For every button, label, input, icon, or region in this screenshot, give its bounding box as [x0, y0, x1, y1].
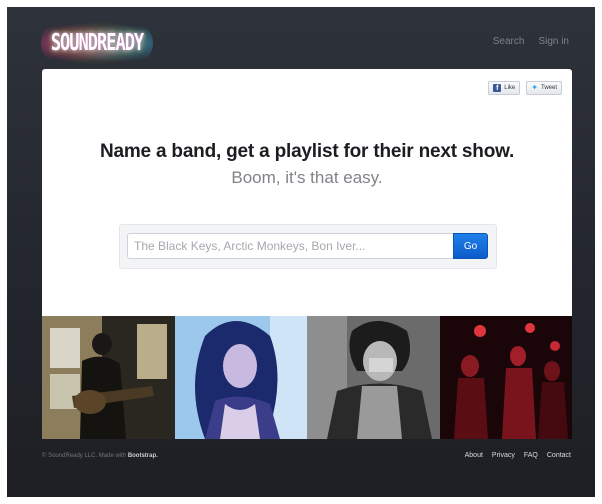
footer-nav: About Privacy FAQ Contact [465, 452, 571, 459]
facebook-like-button[interactable]: f Like [488, 81, 521, 95]
hero-subhead: Boom, it's that easy. [231, 168, 383, 187]
facebook-icon: f [493, 84, 502, 92]
tweet-label: Tweet [540, 85, 557, 91]
band-photo-singer [174, 316, 307, 439]
twitter-bird-icon: ✦ [531, 83, 538, 92]
soundready-logo[interactable]: SOUNDREADY [41, 21, 153, 65]
nav-sign-in-link[interactable]: Sign in [538, 36, 569, 47]
footer-contact-link[interactable]: Contact [547, 452, 571, 459]
band-photo-guitarist [42, 316, 175, 439]
band-photo-strip [42, 316, 572, 439]
top-nav: Search Sign in [493, 36, 569, 47]
search-form: Go [119, 224, 497, 269]
tweet-button[interactable]: ✦ Tweet [526, 81, 562, 95]
hero-headline: Name a band, get a playlist for their ne… [99, 141, 515, 162]
nav-search-link[interactable]: Search [493, 36, 525, 47]
footer-faq-link[interactable]: FAQ [524, 452, 538, 459]
logo-text: SOUNDREADY [50, 29, 144, 57]
bootstrap-link[interactable]: Bootstrap. [128, 453, 158, 459]
copyright-text: © SoundReady LLC. Made with [42, 453, 128, 459]
like-label: Like [504, 85, 516, 91]
footer-copyright: © SoundReady LLC. Made with Bootstrap. [42, 453, 158, 459]
footer-privacy-link[interactable]: Privacy [492, 452, 515, 459]
band-photo-musician-bw [307, 316, 440, 439]
social-buttons: f Like ✦ Tweet [488, 81, 562, 95]
hero-card: f Like ✦ Tweet Name a band, get a playli… [42, 69, 572, 316]
footer-about-link[interactable]: About [465, 452, 483, 459]
go-button[interactable]: Go [453, 233, 488, 259]
app-frame: SOUNDREADY Search Sign in f Like ✦ Tweet… [7, 7, 595, 497]
band-photo-crowd-red [439, 316, 572, 439]
band-search-input[interactable] [127, 233, 453, 259]
